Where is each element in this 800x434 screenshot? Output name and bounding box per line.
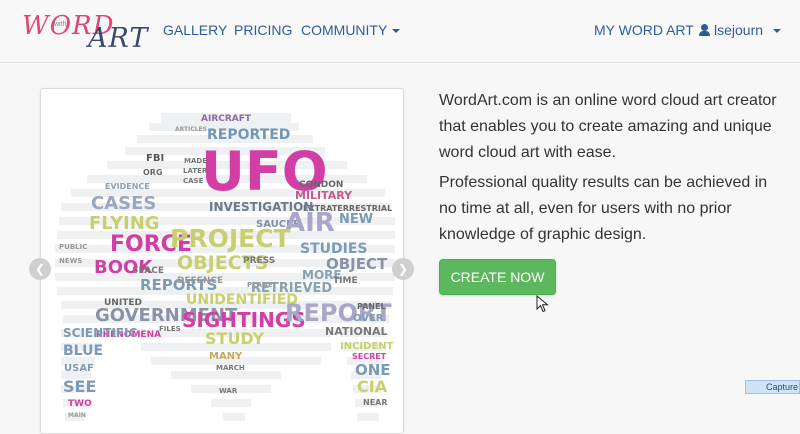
word-cloud-word: SEE	[63, 377, 96, 396]
ufo-word-cloud-image: AIRCRAFTREPORTEDUFOARTICLESFBI MADELATERC…	[55, 113, 395, 421]
nav-gallery[interactable]: GALLERY	[163, 22, 227, 38]
word-cloud-texture	[357, 413, 379, 421]
quality-description: Professional quality results can be achi…	[439, 174, 768, 243]
logo-art: ART	[88, 23, 149, 54]
word-cloud-texture	[211, 399, 251, 407]
word-cloud-word: MADE	[184, 157, 207, 165]
word-cloud-word: NEAR	[363, 398, 388, 407]
word-cloud-word: TWO	[68, 399, 92, 409]
nav-username: lsejourn	[714, 22, 764, 38]
wordart-logo[interactable]: WORD with ART	[22, 11, 149, 54]
word-cloud-word: AIRCRAFT	[201, 114, 252, 124]
chevron-right-icon: ❯	[397, 262, 409, 276]
capture-overlay-tab[interactable]: Capture	[745, 380, 800, 394]
user-icon	[699, 24, 710, 36]
word-cloud-word: MANY	[209, 351, 243, 362]
nav-pricing[interactable]: PRICING	[234, 22, 292, 38]
word-cloud-word: WAR	[219, 387, 238, 395]
logo-with: with	[54, 21, 67, 28]
nav-user-dropdown[interactable]: lsejourn	[699, 22, 782, 38]
word-cloud-word: USAF	[64, 363, 94, 374]
word-cloud-word: AIR	[285, 208, 335, 238]
word-cloud-word: INCIDENT	[340, 341, 394, 352]
word-cloud-word: MARCH	[216, 364, 245, 372]
word-cloud-word: NEWS	[59, 257, 82, 265]
nav-community-label: COMMUNITY	[301, 22, 388, 38]
nav-my-word-art[interactable]: MY WORD ART	[594, 22, 694, 38]
create-now-button[interactable]: CREATE NOW	[439, 259, 556, 295]
word-cloud-word: ORG	[143, 168, 163, 177]
word-cloud-word: LATER	[183, 167, 208, 175]
word-cloud-texture	[171, 371, 281, 379]
mouse-cursor-icon	[536, 295, 549, 313]
word-cloud-word: CASE	[183, 177, 204, 185]
word-cloud-word: DEFENCE	[177, 276, 223, 286]
word-cloud-word: PLANE	[247, 281, 273, 289]
word-cloud-word: PROJECT	[170, 224, 291, 253]
word-cloud-word: PUBLIC	[59, 243, 87, 251]
word-cloud-word: SCIENTIFIC	[63, 326, 137, 340]
word-cloud-word: NATIONAL	[325, 325, 388, 338]
chevron-down-icon	[773, 29, 782, 34]
word-cloud-word: STUDY	[205, 329, 265, 348]
word-cloud-word: SPACE	[132, 266, 164, 276]
word-cloud-word: CASES	[91, 193, 156, 214]
word-cloud-word: FILES	[159, 325, 181, 333]
nav-community-dropdown[interactable]: COMMUNITY	[301, 22, 401, 38]
intro-description: WordArt.com is an online word cloud art …	[439, 92, 777, 161]
navbar: WORD with ART GALLERY PRICING COMMUNITY …	[0, 0, 800, 63]
word-cloud-word: SECRET	[352, 352, 387, 361]
word-cloud-word: NEW	[339, 212, 373, 227]
word-cloud-word: PRESS	[243, 256, 275, 266]
word-cloud-word: FLYING	[89, 213, 160, 234]
word-cloud-word: ARTICLES	[175, 126, 207, 133]
word-cloud-word: FBI	[146, 153, 164, 164]
word-cloud-word: BLUE	[63, 343, 103, 359]
word-cloud-word: OVER	[353, 313, 384, 324]
gallery-carousel[interactable]: AIRCRAFT REPORTED UFO ARTICLES FBI MADE LATER C…	[40, 88, 404, 434]
word-cloud-word: EVIDENCE	[105, 182, 150, 191]
chevron-left-icon: ❮	[34, 262, 46, 276]
word-cloud-word: TIME	[333, 276, 358, 286]
word-cloud-word: PANEL	[357, 302, 386, 311]
chevron-down-icon	[392, 29, 401, 34]
word-cloud-word: MAIN	[68, 412, 86, 419]
carousel-next-button[interactable]: ❯	[392, 258, 414, 280]
word-cloud-texture	[223, 413, 245, 421]
carousel-prev-button[interactable]: ❮	[29, 258, 51, 280]
word-cloud-word: CIA	[357, 377, 388, 396]
